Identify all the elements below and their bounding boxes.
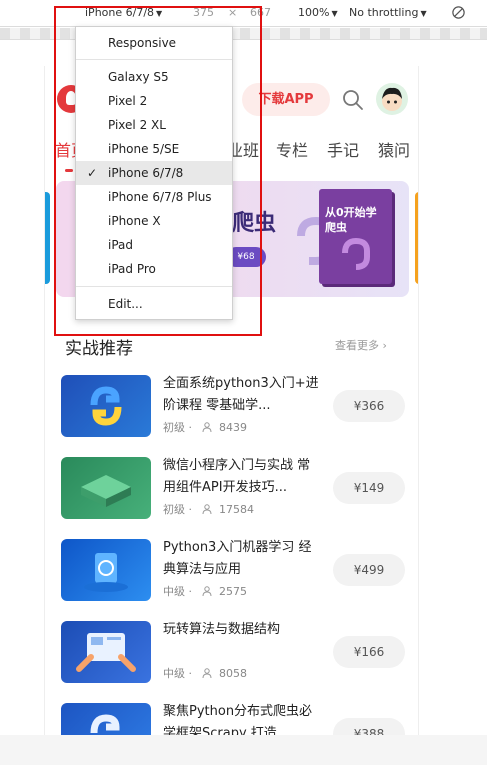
course-card[interactable]: 聚焦Python分布式爬虫必学框架Scrapy 打造... ¥388: [61, 703, 405, 735]
course-thumbnail: [61, 375, 151, 437]
course-card[interactable]: 全面系统python3入门+进阶课程 零基础学... 初级 · 8439 ¥36…: [61, 375, 405, 437]
course-meta: 中级 · 8058: [163, 665, 247, 681]
zoom-label: 100%: [298, 6, 330, 19]
course-thumbnail: [61, 621, 151, 683]
course-price[interactable]: ¥149: [333, 472, 405, 504]
course-meta: 初级 · 8439: [163, 419, 247, 435]
user-icon: [202, 504, 211, 514]
meta-dot: ·: [188, 667, 193, 680]
course-price[interactable]: ¥388: [333, 718, 405, 735]
banner-prev-slide: [45, 192, 50, 284]
course-students: 17584: [219, 503, 254, 516]
see-more-link[interactable]: 查看更多 ›: [335, 337, 387, 353]
throttle-select[interactable]: No throttling ▼: [349, 6, 427, 19]
user-icon: [202, 586, 211, 596]
course-title: 微信小程序入门与实战 常用组件API开发技巧...: [163, 458, 311, 495]
caret-down-icon: ▼: [331, 9, 338, 18]
course-price[interactable]: ¥499: [333, 554, 405, 586]
course-title: 聚焦Python分布式爬虫必学框架Scrapy 打造...: [163, 704, 313, 735]
course-thumbnail: [61, 539, 151, 601]
avatar-face-icon: [382, 87, 402, 111]
viewport-background: [0, 735, 487, 765]
course-students: 2575: [219, 585, 247, 598]
course-title: 全面系统python3入门+进阶课程 零基础学...: [163, 376, 319, 413]
course-meta: 中级 · 2575: [163, 583, 247, 599]
caret-down-icon: ▼: [420, 9, 427, 18]
nav-qa[interactable]: 猿问: [378, 137, 410, 161]
course-card[interactable]: 玩转算法与数据结构 中级 · 8058 ¥166: [61, 621, 405, 683]
course-level: 初级: [163, 421, 185, 434]
meta-dot: ·: [188, 421, 193, 434]
course-students: 8439: [219, 421, 247, 434]
user-icon: [202, 668, 211, 678]
course-title: 玩转算法与数据结构: [163, 622, 281, 637]
throttle-label: No throttling: [349, 6, 419, 19]
course-thumbnail: [61, 703, 151, 735]
course-level: 中级: [163, 667, 185, 680]
python-logo-icon: [342, 237, 370, 270]
meta-dot: ·: [188, 585, 193, 598]
user-icon: [202, 422, 211, 432]
meta-dot: ·: [188, 503, 193, 516]
course-level: 中级: [163, 585, 185, 598]
book-cover: 从0开始学爬虫: [319, 189, 392, 284]
course-card[interactable]: Python3入门机器学习 经典算法与应用 中级 · 2575 ¥499: [61, 539, 405, 601]
nav-column[interactable]: 专栏: [276, 137, 308, 161]
miniprogram-icon: [81, 475, 131, 507]
zoom-select[interactable]: 100% ▼: [298, 6, 338, 19]
see-more-label: 查看更多: [335, 339, 379, 352]
search-icon[interactable]: [342, 89, 364, 111]
highlight-annotation: [54, 6, 262, 336]
course-level: 初级: [163, 503, 185, 516]
section-title: 实战推荐: [65, 339, 133, 359]
book-title: 从0开始学爬虫: [325, 206, 377, 234]
course-card[interactable]: 微信小程序入门与实战 常用组件API开发技巧... 初级 · 17584 ¥14…: [61, 457, 405, 519]
course-price[interactable]: ¥166: [333, 636, 405, 668]
python-logo-icon: [90, 714, 120, 734]
nav-notes[interactable]: 手记: [327, 137, 359, 161]
avatar[interactable]: [376, 83, 408, 115]
python-logo-icon: [90, 386, 122, 426]
course-title: Python3入门机器学习 经典算法与应用: [163, 540, 312, 577]
course-students: 8058: [219, 667, 247, 680]
recommend-section: 实战推荐 查看更多 › 全面系统python3入门+进阶课程 零基础学... 初…: [45, 301, 418, 735]
banner-next-slide: [415, 192, 418, 284]
course-thumbnail: [61, 457, 151, 519]
rotate-icon[interactable]: [451, 5, 466, 20]
chevron-right-icon: ›: [382, 339, 387, 352]
tablet-icon: [76, 633, 136, 672]
course-meta: 初级 · 17584: [163, 501, 254, 517]
machine-learning-icon: [84, 553, 128, 592]
course-price[interactable]: ¥366: [333, 390, 405, 422]
